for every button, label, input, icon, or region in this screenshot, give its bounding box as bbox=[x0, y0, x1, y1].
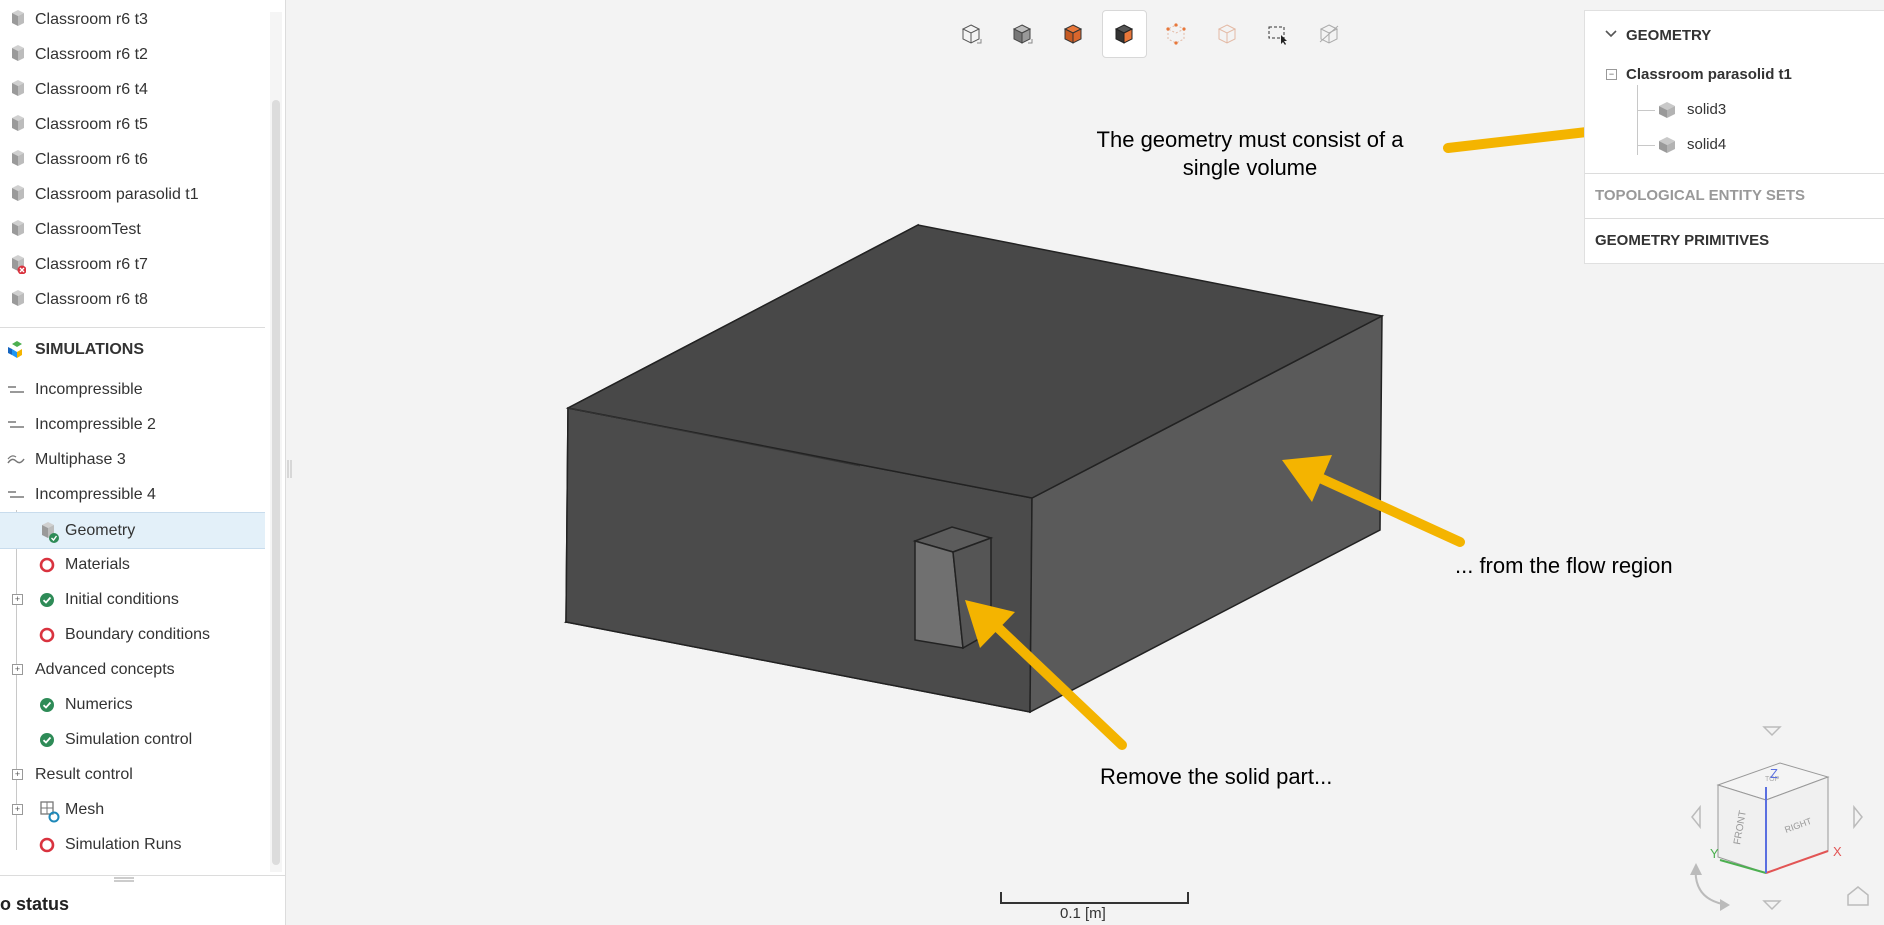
solid-cube-icon bbox=[1658, 101, 1676, 119]
rotate-up-icon[interactable] bbox=[1762, 726, 1782, 737]
collapse-icon[interactable]: − bbox=[1606, 69, 1617, 80]
geometry-tree-panel: GEOMETRY − Classroom parasolid t1 solid3… bbox=[1584, 10, 1884, 264]
annotation-flow-region: ... from the flow region bbox=[1455, 553, 1673, 578]
rotate-down-icon[interactable] bbox=[1762, 900, 1782, 911]
annotation-remove-solid: Remove the solid part... bbox=[1100, 764, 1333, 789]
rotate-cube-icon[interactable] bbox=[1694, 864, 1729, 906]
geometry-root-label[interactable]: Classroom parasolid t1 bbox=[1626, 66, 1792, 83]
geometry-primitives-header[interactable]: GEOMETRY PRIMITIVES bbox=[1595, 232, 1884, 249]
view-cube[interactable]: FRONT RIGHT TOP X Y Z bbox=[1670, 715, 1884, 925]
geometry-header[interactable]: GEOMETRY bbox=[1626, 27, 1884, 44]
scale-label: 0.1 [m] bbox=[1060, 905, 1106, 922]
axis-z-label: Z bbox=[1770, 766, 1778, 781]
axis-y-label: Y bbox=[1710, 846, 1719, 861]
topological-entity-sets-header[interactable]: TOPOLOGICAL ENTITY SETS bbox=[1595, 187, 1884, 204]
rotate-left-icon[interactable] bbox=[1691, 804, 1701, 830]
home-icon[interactable] bbox=[1847, 886, 1869, 906]
annotation-single-volume: The geometry must consist of a single vo… bbox=[1096, 127, 1404, 180]
chevron-down-icon[interactable] bbox=[1605, 29, 1617, 39]
solid-cube-icon bbox=[1658, 136, 1676, 154]
scale-bar bbox=[1000, 892, 1189, 904]
axis-x-label: X bbox=[1833, 844, 1842, 859]
rotate-right-icon[interactable] bbox=[1853, 804, 1863, 830]
solid-item[interactable]: solid3 bbox=[1687, 101, 1726, 118]
solid-item[interactable]: solid4 bbox=[1687, 136, 1726, 153]
